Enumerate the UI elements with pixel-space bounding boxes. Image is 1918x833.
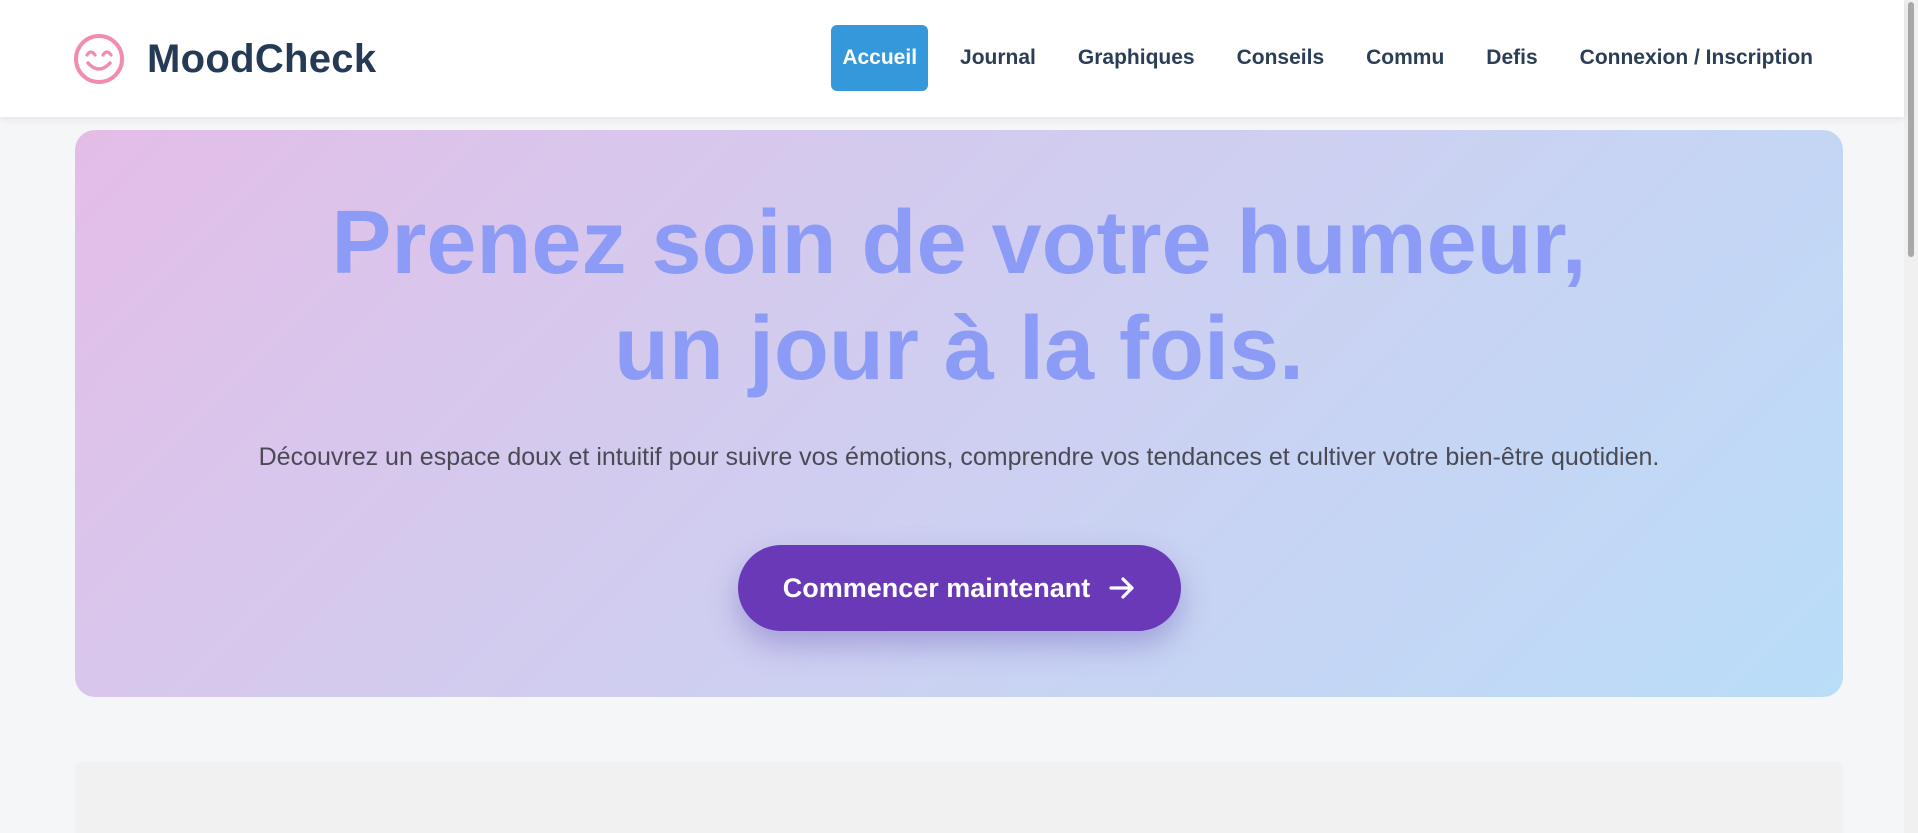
brand-logo[interactable]: MoodCheck (73, 33, 376, 85)
arrow-right-icon (1109, 577, 1134, 599)
hero-title-line-2: un jour à la fois. (613, 299, 1305, 399)
site-header: MoodCheck Accueil Journal Graphiques Con… (0, 0, 1904, 117)
nav-item-commu[interactable]: Commu (1345, 25, 1465, 91)
scrollbar-thumb[interactable] (1908, 2, 1914, 257)
page-scrollbar[interactable] (1904, 0, 1918, 833)
nav-item-accueil[interactable]: Accueil (831, 25, 929, 91)
nav-item-journal[interactable]: Journal (939, 25, 1057, 91)
nav-item-defis[interactable]: Defis (1465, 25, 1558, 91)
nav-item-graphiques[interactable]: Graphiques (1057, 25, 1216, 91)
hero-title-line-1: Prenez soin de votre humeur, (331, 193, 1587, 293)
main-nav: Accueil Journal Graphiques Conseils Comm… (831, 25, 1834, 91)
smiling-face-icon (74, 34, 124, 84)
hero-title: Prenez soin de votre humeur, un jour à l… (75, 190, 1843, 402)
nav-item-connexion[interactable]: Connexion / Inscription (1559, 25, 1834, 91)
hero-section: Prenez soin de votre humeur, un jour à l… (75, 130, 1843, 697)
brand-name: MoodCheck (147, 36, 377, 81)
hero-subtitle: Découvrez un espace doux et intuitif pou… (258, 443, 1660, 471)
content-panel (75, 762, 1843, 833)
nav-item-conseils[interactable]: Conseils (1216, 25, 1346, 91)
start-now-label: Commencer maintenant (782, 572, 1091, 603)
start-now-button[interactable]: Commencer maintenant (738, 545, 1181, 631)
